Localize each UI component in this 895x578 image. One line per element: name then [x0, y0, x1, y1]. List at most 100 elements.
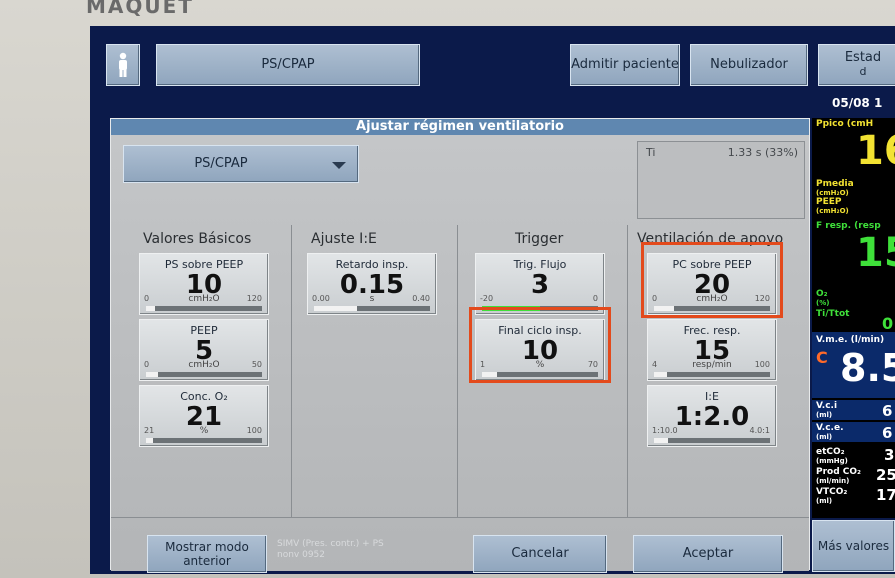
vtco2-unit: (ml) — [816, 497, 833, 505]
tile-max: 50 — [251, 360, 262, 369]
column-trigger: Trigger — [515, 231, 564, 247]
o2-unit: (%) — [816, 299, 830, 307]
nebulizer-button[interactable]: Nebulizador — [690, 44, 808, 86]
titot-value: 0 — [882, 314, 894, 333]
mode-select[interactable]: PS/CPAP — [123, 145, 359, 183]
peep-tile[interactable]: PEEP 5 cmH₂O 0 50 — [139, 319, 269, 381]
tile-max: 120 — [246, 294, 262, 303]
tile-min: 1:10.0 — [652, 426, 678, 435]
peep-label: PEEP — [816, 197, 842, 207]
tile-min: 0 — [144, 294, 150, 303]
accept-label: Aceptar — [682, 546, 734, 561]
previous-mode-id: nonv 0952 — [277, 550, 326, 560]
tile-value: 3 — [530, 270, 550, 300]
admit-patient-button[interactable]: Admitir paciente — [570, 44, 680, 86]
column-divider — [627, 225, 628, 517]
prodco2-value: 25 — [876, 466, 895, 484]
ie-ratio-tile[interactable]: I:E 1:2.0 1:10.0 4.0:1 — [647, 385, 777, 447]
ventilator-screen: PS/CPAP Admitir paciente Nebulizador Est… — [90, 26, 895, 574]
status-sub: d — [859, 65, 867, 78]
status-label: Estad — [844, 50, 882, 65]
prodco2-label: Prod CO₂ — [816, 467, 861, 477]
highlight-box — [641, 242, 783, 318]
cancel-button[interactable]: Cancelar — [473, 535, 607, 573]
peep-unit: (cmH₂O) — [816, 207, 849, 215]
vtco2-label: VTCO₂ — [816, 487, 848, 497]
vme-label: V.m.e. (l/min) — [816, 335, 885, 345]
dialog-body: PS/CPAP Ti 1.33 s (33%) Valores Básicos … — [111, 135, 809, 573]
etco2-label: etCO₂ — [816, 447, 845, 457]
vci-value: 6 — [882, 402, 893, 420]
dialog-title: Ajustar régimen ventilatorio — [111, 119, 809, 135]
ppico-value: 16 — [856, 128, 895, 174]
tile-level-bar — [314, 306, 430, 311]
previous-mode-note: SIMV (Pres. contr.) + PS nonv 0952 — [277, 539, 384, 561]
tile-min: 0 — [144, 360, 150, 369]
tile-level-fill — [314, 306, 357, 311]
insp-delay-tile[interactable]: Retardo insp. 0.15 s 0.00 0.40 — [307, 253, 437, 315]
tile-min: 21 — [144, 426, 155, 435]
tile-min: 0.00 — [312, 294, 330, 303]
highlight-box — [469, 307, 611, 383]
tile-max: 0.40 — [412, 294, 430, 303]
monitoring-panel: Ppico (cmH 16 Pmedia (cmH₂O) PEEP (cmH₂O… — [812, 118, 895, 518]
tile-level-fill — [146, 306, 156, 311]
ti-label: Ti — [646, 146, 656, 159]
vme-value: 8.5 — [840, 346, 895, 390]
o2-label: O₂ — [816, 289, 828, 299]
titot-label: Ti/Ttot — [816, 309, 850, 319]
admit-patient-label: Admitir paciente — [571, 57, 679, 72]
tile-max: 0 — [592, 294, 598, 303]
vce-unit: (ml) — [816, 433, 833, 441]
prodco2-unit: (ml/min) — [816, 477, 850, 485]
tile-level-bar — [654, 438, 770, 443]
show-previous-label: Mostrar modo anterior — [165, 540, 249, 568]
brand-logo: MAQUET — [86, 0, 194, 18]
etco2-unit: (mmHg) — [816, 457, 848, 465]
ps-over-peep-tile[interactable]: PS sobre PEEP 10 cmH₂O 0 120 — [139, 253, 269, 315]
nebulizer-label: Nebulizador — [710, 57, 788, 72]
tile-level-bar — [146, 306, 262, 311]
ti-display: Ti 1.33 s (33%) — [637, 141, 805, 219]
column-divider — [291, 225, 292, 517]
chevron-down-icon — [332, 162, 346, 169]
mode-button-label: PS/CPAP — [261, 57, 315, 72]
status-button[interactable]: Estad d — [818, 44, 895, 86]
vce-value: 6 — [882, 424, 893, 442]
vce-row: V.c.e. (ml) 6 — [812, 422, 895, 442]
tile-level-bar — [146, 438, 262, 443]
tile-min: -20 — [480, 294, 494, 303]
cancel-label: Cancelar — [511, 546, 569, 561]
more-values-button[interactable]: Más valores — [812, 520, 895, 572]
etco2-value: 3 — [884, 446, 895, 464]
tile-level-bar — [146, 372, 262, 377]
vci-row: V.c.i (ml) 6 — [812, 400, 895, 420]
more-values-label: Más valores — [817, 539, 890, 553]
vtco2-value: 17 — [876, 486, 895, 504]
tile-level-fill — [654, 438, 668, 443]
previous-mode-text: SIMV (Pres. contr.) + PS — [277, 539, 384, 549]
tile-level-fill — [654, 372, 667, 377]
tile-level-bar — [654, 372, 770, 377]
tile-max: 100 — [754, 360, 770, 369]
fresp-value: 15 — [856, 230, 895, 276]
accept-button[interactable]: Aceptar — [633, 535, 783, 573]
o2-concentration-tile[interactable]: Conc. O₂ 21% 21 100 — [139, 385, 269, 447]
vci-label: V.c.i — [816, 401, 838, 411]
ventilation-mode-dialog: Ajustar régimen ventilatorio PS/CPAP Ti … — [110, 118, 810, 573]
trigger-flow-tile[interactable]: Trig. Flujo 3 -20 0 — [475, 253, 605, 315]
pmedia-label: Pmedia — [816, 179, 854, 189]
vci-unit: (ml) — [816, 411, 833, 419]
show-previous-mode-button[interactable]: Mostrar modo anterior — [147, 535, 267, 573]
tile-max: 100 — [246, 426, 262, 435]
resp-freq-tile[interactable]: Frec. resp. 15 resp/min 4 100 — [647, 319, 777, 381]
vme-flag: C — [816, 348, 828, 367]
column-basic-values: Valores Básicos — [143, 231, 252, 247]
patient-icon-button[interactable] — [106, 44, 140, 86]
mode-button[interactable]: PS/CPAP — [156, 44, 420, 86]
tile-min: 4 — [652, 360, 658, 369]
tile-unit: cmH₂O — [188, 360, 220, 370]
ti-value: 1.33 s (33%) — [727, 146, 798, 159]
tile-max: 4.0:1 — [749, 426, 770, 435]
vme-box: V.m.e. (l/min) C 8.5 — [812, 332, 895, 398]
